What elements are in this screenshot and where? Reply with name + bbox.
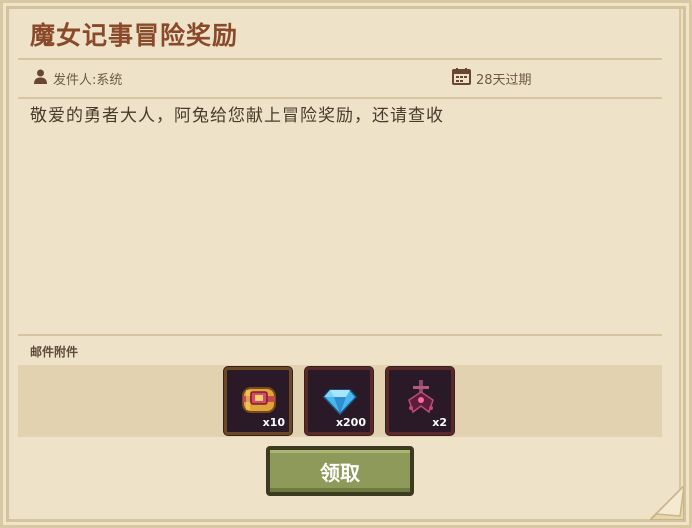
calendar-icon [452, 67, 471, 89]
expiry-info: 28天过期 [452, 67, 532, 89]
divider [18, 334, 662, 336]
sender-info: 发件人:系统 [32, 68, 122, 88]
claim-button[interactable]: 领取 [266, 446, 414, 496]
diamond-icon [318, 378, 362, 418]
divider [18, 97, 662, 99]
page-curl-icon [647, 483, 686, 521]
attachment-item[interactable]: x2 [386, 367, 454, 435]
attachment-item[interactable]: x200 [305, 367, 373, 435]
attachment-item[interactable]: x10 [224, 367, 292, 435]
divider [18, 58, 662, 60]
mail-body: 敬爱的勇者大人，阿兔给您献上冒险奖励，还请查收 [30, 106, 444, 126]
user-icon [32, 68, 49, 89]
item-count: x2 [432, 416, 447, 429]
dark-artifact-icon [399, 378, 443, 418]
treasure-chest-icon [237, 378, 281, 418]
expiry-text: 28天过期 [476, 72, 532, 88]
mail-title: 魔女记事冒险奖励 [30, 21, 239, 50]
sender-text: 发件人:系统 [53, 72, 123, 88]
item-count: x10 [262, 416, 285, 429]
attachments-label: 邮件附件 [30, 345, 79, 359]
item-count: x200 [335, 416, 366, 429]
